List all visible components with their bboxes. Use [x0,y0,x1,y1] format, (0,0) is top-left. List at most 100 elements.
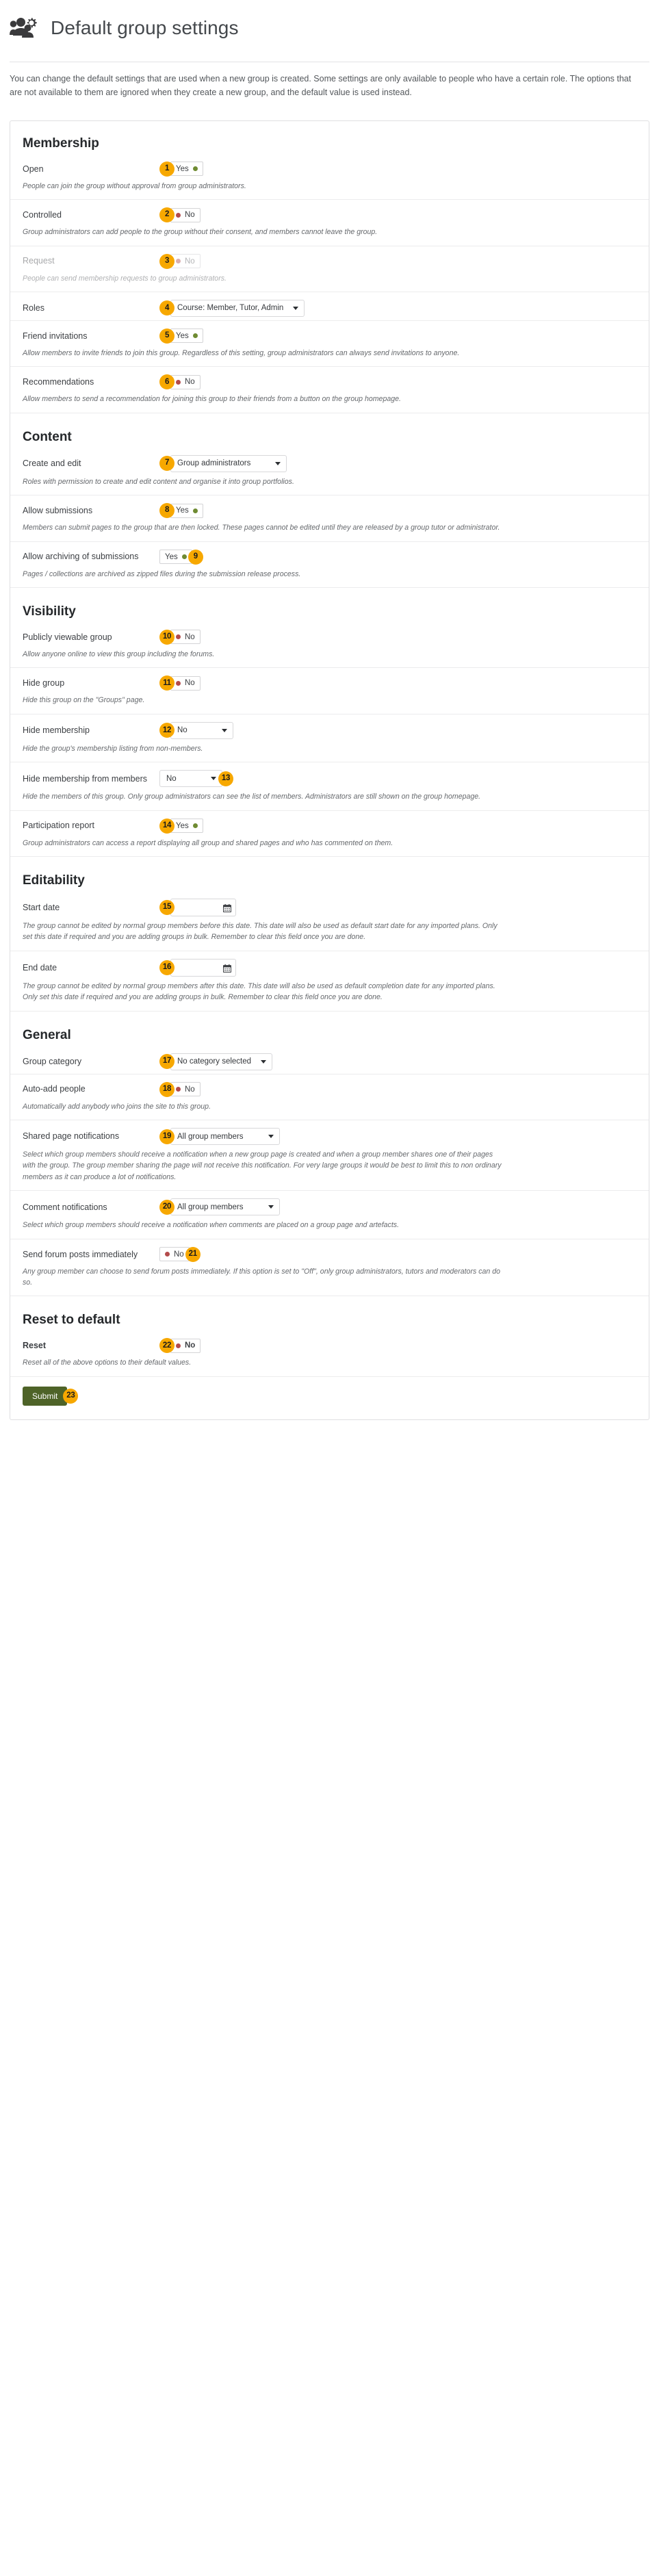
setting-row-main: Allow submissions 8 Yes [23,495,636,521]
switch-state-dot [165,1252,170,1257]
setting-description: Roles with permission to create and edit… [23,477,294,486]
setting-row-main: Hide group 11 No [23,668,636,694]
toggle-switch[interactable]: Yes [170,503,203,518]
step-badge-2: 2 [159,207,175,223]
setting-row-main: Roles 4 Course: Member, Tutor, Admin [23,292,636,320]
select-dropdown[interactable]: No category selected [170,1053,273,1070]
setting-description: Automatically add anybody who joins the … [23,1102,211,1111]
switch-value-label: Yes [176,331,189,340]
setting-control: 4 Course: Member, Tutor, Admin [159,299,305,317]
toggle-switch[interactable]: No [170,1338,201,1353]
setting-control: 16 [159,958,236,977]
step-badge-5: 5 [159,328,175,344]
chevron-down-icon [293,306,299,310]
setting-row-main: Start date 15 [23,891,636,920]
setting-label: Recommendations [23,377,94,387]
step-badge-8: 8 [159,503,175,519]
page-title: Default group settings [51,16,239,38]
setting-label: Start date [23,902,60,912]
section-title-editability: Editability [23,873,85,888]
setting-label: Allow archiving of submissions [23,552,139,562]
setting-description: Allow anyone online to view this group i… [23,649,215,658]
setting-row: Allow archiving of submissions Yes 9 Pages … [10,542,649,588]
chevron-down-icon [211,777,216,781]
setting-label: Roles [23,303,44,313]
section-title-general: General [23,1027,71,1042]
select-dropdown[interactable]: No [170,721,233,739]
switch-state-dot [176,1087,181,1092]
toggle-switch[interactable]: No [170,1082,201,1097]
setting-label: End date [23,962,57,973]
toggle-switch[interactable]: Yes [170,162,203,177]
setting-row: Participation report 14 Yes Group administr… [10,811,649,857]
switch-state-dot [176,1343,181,1348]
setting-row: Friend invitations 5 Yes Allow members to i… [10,321,649,368]
setting-description: Any group member can choose to send foru… [23,1267,501,1287]
select-dropdown[interactable]: All group members [170,1128,280,1145]
setting-row-main: Friend invitations 5 Yes [23,321,636,347]
chevron-down-icon [222,728,227,732]
setting-label: Create and edit [23,459,81,469]
setting-control: 22 No [159,1338,201,1354]
toggle-switch[interactable]: No [170,675,201,691]
step-badge-14: 14 [159,818,175,834]
toggle-switch[interactable]: Yes [170,329,203,344]
default-group-settings-page: Default group settings You can change th… [0,0,659,1421]
select-value: No category selected [177,1057,252,1066]
toggle-switch[interactable]: Yes [159,550,192,565]
setting-label: Hide membership [23,725,90,736]
switch-state-dot [192,333,198,339]
chevron-down-icon [275,461,281,465]
toggle-switch[interactable]: No [170,207,201,222]
setting-row: Auto-add people 18 No Automatically add any… [10,1074,649,1120]
chevron-down-icon [268,1135,274,1138]
setting-row-main: Allow archiving of submissions Yes 9 [23,542,636,568]
setting-description: Hide the group's membership listing from… [23,744,203,753]
setting-label: Request [23,256,55,266]
setting-label: Open [23,164,44,174]
step-badge-15: 15 [159,899,175,915]
setting-row: Recommendations 6 No Allow members to send … [10,367,649,413]
toggle-switch[interactable]: No [170,374,201,389]
select-dropdown[interactable]: Group administrators [170,454,287,472]
setting-row-main: Request 3 No [23,246,636,272]
setting-control: 10 No [159,629,201,645]
setting-control: 3 No [159,253,201,269]
switch-value-label: Yes [176,164,189,173]
setting-row: Publicly viewable group 10 No Allow anyone … [10,622,649,669]
setting-label: Shared page notifications [23,1131,120,1142]
select-dropdown[interactable]: Course: Member, Tutor, Admin [170,299,305,317]
setting-control: 2 No [159,207,201,223]
setting-description: Pages / collections are archived as zipp… [23,569,301,578]
switch-state-dot [176,680,181,686]
setting-row-main: Hide membership from members No 13 [23,762,636,790]
toggle-switch[interactable]: No [170,254,201,268]
setting-row-main: Group category 17 No category selected [23,1046,636,1074]
setting-label: Participation report [23,821,94,831]
step-badge-21: 21 [185,1246,201,1262]
setting-description: The group cannot be edited by normal gro… [23,921,498,942]
toggle-switch[interactable]: No [170,630,201,645]
setting-label: Send forum posts immediately [23,1249,138,1259]
section-title-content: Content [23,429,72,444]
setting-control: No 13 [159,770,233,788]
setting-row-main: Send forum posts immediately No 21 [23,1239,636,1265]
select-dropdown[interactable]: All group members [170,1198,280,1216]
setting-label: Friend invitations [23,331,88,341]
setting-row: Hide membership from members No 13 Hide the… [10,762,649,811]
date-input[interactable] [170,958,236,977]
section-title-membership: Membership [23,136,99,151]
submit-button[interactable]: Submit [23,1386,68,1406]
switch-state-dot [176,634,181,640]
switch-state-dot [192,166,198,172]
toggle-switch[interactable]: Yes [170,819,203,834]
select-dropdown[interactable]: No [159,770,222,788]
setting-row: Create and edit 7 Group administrators Role… [10,448,649,496]
select-value: All group members [177,1202,244,1211]
date-input[interactable] [170,898,236,916]
settings-panel: Membership Open 1 Yes People can join the gr… [10,120,649,1421]
setting-row-main: Participation report 14 Yes [23,811,636,837]
setting-control: 18 No [159,1081,201,1097]
setting-row: Hide membership 12 No Hide the group's memb… [10,714,649,763]
setting-control: 17 No category selected [159,1053,273,1070]
